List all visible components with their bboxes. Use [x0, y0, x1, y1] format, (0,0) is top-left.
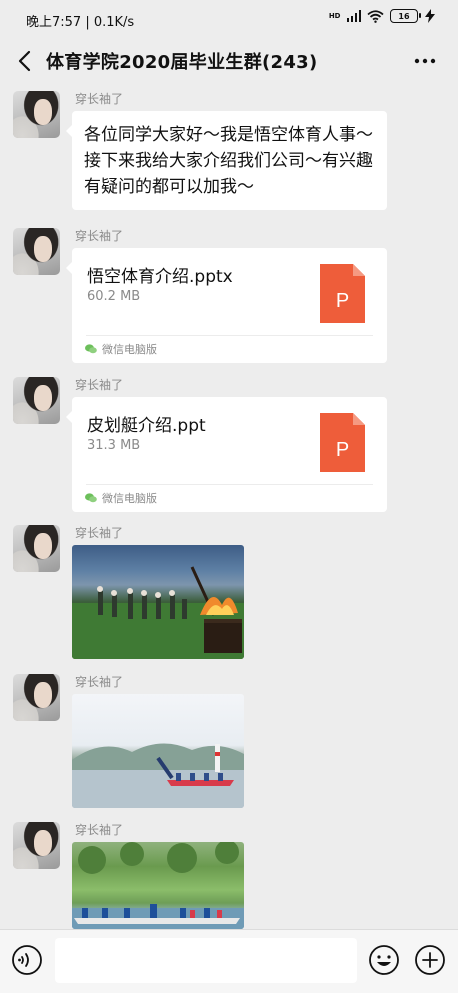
file-message-bubble[interactable]: 皮划艇介绍.ppt 31.3 MB P 微信电脑版: [66, 397, 387, 512]
file-source-label: 微信电脑版: [102, 343, 157, 356]
wifi-icon: [367, 9, 384, 23]
chat-header: 体育学院2020届毕业生群(243): [0, 38, 458, 84]
photo-campfire-group: [72, 566, 244, 659]
avatar[interactable]: [13, 91, 60, 138]
sender-name: 穿长袖了: [75, 378, 124, 392]
chat-title: 体育学院2020届毕业生群(243): [46, 52, 318, 73]
chevron-left-icon[interactable]: [12, 46, 40, 76]
svg-text:P: P: [336, 290, 349, 312]
avatar[interactable]: [13, 822, 60, 869]
avatar[interactable]: [13, 377, 60, 424]
sender-name: 穿长袖了: [75, 92, 124, 106]
file-source: 微信电脑版: [85, 341, 157, 357]
chat-input-bar: [0, 929, 458, 993]
plus-icon[interactable]: [414, 944, 446, 976]
svg-text:P: P: [336, 439, 349, 461]
image-message[interactable]: [72, 694, 244, 808]
ppt-file-icon: P: [320, 264, 365, 323]
file-name: 悟空体育介绍.pptx: [87, 267, 233, 287]
hd-icon: HD: [328, 11, 341, 20]
battery-icon: 16: [390, 9, 421, 23]
divider: [86, 335, 373, 336]
wechat-pc-icon: [85, 493, 97, 503]
sender-name: 穿长袖了: [75, 675, 124, 689]
photo-kayak-lake: [72, 743, 244, 808]
file-size: 60.2 MB: [87, 289, 141, 304]
emoji-icon[interactable]: [368, 944, 400, 976]
divider: [86, 484, 373, 485]
avatar[interactable]: [13, 228, 60, 275]
sender-name: 穿长袖了: [75, 526, 124, 540]
status-icons: HD 16: [329, 9, 436, 23]
photo-kayak-river: [72, 842, 244, 929]
charging-icon: [425, 9, 435, 23]
status-bar: 晚上7:57 | 0.1K/s HD 16: [0, 0, 458, 38]
file-source: 微信电脑版: [85, 490, 157, 506]
voice-icon[interactable]: [11, 944, 43, 976]
avatar[interactable]: [13, 525, 60, 572]
message-input[interactable]: [55, 938, 357, 983]
status-time: 晚上7:57 | 0.1K/s: [26, 15, 135, 30]
file-source-label: 微信电脑版: [102, 492, 157, 505]
sender-name: 穿长袖了: [75, 229, 124, 243]
wechat-pc-icon: [85, 344, 97, 354]
ppt-file-icon: P: [320, 413, 365, 472]
battery-level: 16: [398, 11, 410, 21]
avatar[interactable]: [13, 674, 60, 721]
sender-name: 穿长袖了: [75, 823, 124, 837]
image-message[interactable]: [72, 545, 244, 659]
more-dots-icon[interactable]: [412, 50, 438, 72]
file-message-bubble[interactable]: 悟空体育介绍.pptx 60.2 MB P 微信电脑版: [66, 248, 387, 363]
image-message[interactable]: [72, 842, 244, 929]
file-name: 皮划艇介绍.ppt: [87, 416, 206, 436]
file-size: 31.3 MB: [87, 438, 141, 453]
text-message-bubble[interactable]: 各位同学大家好～我是悟空体育人事～接下来我给大家介绍我们公司～有兴趣有疑问的都可…: [66, 111, 387, 210]
signal-icon: [346, 10, 361, 22]
